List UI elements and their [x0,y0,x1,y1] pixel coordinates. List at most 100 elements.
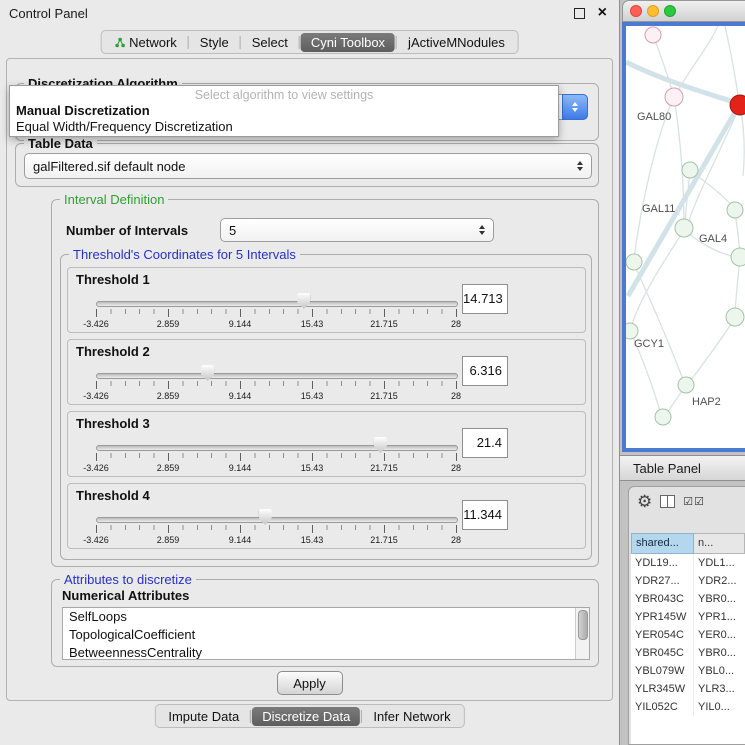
attributes-group: Attributes to discretize Numerical Attri… [51,579,599,667]
table-cell: YBR0... [694,590,745,608]
scale-label: 21.715 [370,391,398,401]
tab-jactivemnodules[interactable]: jActiveMNodules [398,33,515,52]
table-panel-title: Table Panel [633,461,701,476]
tab-label: jActiveMNodules [408,35,505,50]
scale-label: 28 [451,391,461,401]
threshold-block: Threshold 4-3.4262.8599.14415.4321.71528… [67,483,586,549]
attribute-list-item[interactable]: SelfLoops [63,608,589,626]
scale-label: 2.859 [157,319,180,329]
table-data-combobox[interactable]: galFiltered.sif default node [24,153,592,179]
network-node-green[interactable] [727,202,743,218]
table-row[interactable]: YPR145WYPR1... [631,608,745,626]
attribute-list-item[interactable]: TopologicalCoefficient [63,626,589,644]
num-intervals-label: Number of Intervals [66,220,188,242]
close-traffic-light-icon[interactable] [630,5,642,17]
num-intervals-combobox[interactable]: 5 [220,218,494,242]
slider-track[interactable] [96,373,458,379]
bottom-tab-discretize-data[interactable]: Discretize Data [252,707,360,726]
tab-separator [361,710,362,723]
group-label-table-data: Table Data [24,136,97,151]
table-data-value: galFiltered.sif default node [25,159,577,174]
table-header-row: shared...n... [631,533,745,554]
table-rows: YDL19...YDL1...YDR27...YDR2...YBR043CYBR… [631,554,745,744]
table-cell: YDL1... [694,554,745,572]
scale-label: -3.426 [83,535,109,545]
network-node-green[interactable] [678,377,694,393]
right-column: GAL80GAL11GAL4GCY1HAP2 Table Panel ⚙ ☑☑ … [620,0,745,745]
table-cell: YLR3... [694,680,745,698]
tab-cyni-toolbox[interactable]: Cyni Toolbox [301,33,395,52]
close-window-icon[interactable]: × [598,7,607,19]
network-view[interactable]: GAL80GAL11GAL4GCY1HAP2 [622,22,745,452]
table-row[interactable]: YBR045CYBR0... [631,644,745,662]
table-row[interactable]: YBR043CYBR0... [631,590,745,608]
table-row[interactable]: YER054CYER0... [631,626,745,644]
dropdown-option-equal-width[interactable]: Equal Width/Frequency Discretization [10,119,558,135]
slider-track[interactable] [96,517,458,523]
network-node-green[interactable] [626,254,642,270]
scale-label: 9.144 [229,391,252,401]
thresholds-group: Threshold's Coordinates for 5 Intervals … [60,254,592,560]
scrollbar-thumb[interactable] [578,610,588,640]
threshold-value-field[interactable]: 21.4 [462,428,508,458]
apply-button[interactable]: Apply [277,671,343,695]
network-node-red[interactable] [730,95,745,115]
network-node-green[interactable] [682,162,698,178]
combobox-arrows-icon[interactable] [562,94,588,120]
list-scrollbar[interactable] [575,608,589,659]
network-node-green[interactable] [675,219,693,237]
tab-style[interactable]: Style [190,33,239,52]
minimize-traffic-light-icon[interactable] [647,5,659,17]
table-cell: YPR145W [631,608,694,626]
table-data-group: Table Data galFiltered.sif default node [15,143,599,187]
dropdown-option-manual[interactable]: Manual Discretization [10,103,558,119]
network-node-green[interactable] [655,409,671,425]
attribute-list-item[interactable]: BetweennessCentrality [63,644,589,660]
threshold-value-field[interactable]: 14.713 [462,284,508,314]
scale-label: 21.715 [370,319,398,329]
slider-track[interactable] [96,301,458,307]
group-label-thresholds: Threshold's Coordinates for 5 Intervals [69,247,300,262]
tab-label: Network [129,35,177,50]
network-node-green[interactable] [626,323,638,339]
threshold-value-field[interactable]: 6.316 [462,356,508,386]
network-node-pink[interactable] [645,27,661,43]
threshold-value-field[interactable]: 11.344 [462,500,508,530]
float-window-icon[interactable] [574,8,585,19]
numerical-attributes-label: Numerical Attributes [62,588,189,603]
scale-label: 9.144 [229,319,252,329]
table-column-header[interactable]: n... [694,533,745,554]
slider-track[interactable] [96,445,458,451]
app-root: Control Panel × NetworkStyleSelectCyni T… [0,0,745,745]
network-node-green[interactable] [726,308,744,326]
table-row[interactable]: YIL052CYIL0... [631,698,745,716]
columns-icon[interactable] [660,495,675,508]
network-node-pink[interactable] [665,88,683,106]
tab-select[interactable]: Select [242,33,298,52]
threshold-block: Threshold 1-3.4262.8599.14415.4321.71528… [67,267,586,333]
table-row[interactable]: YLR345WYLR3... [631,680,745,698]
table-browser-window: ⚙ ☑☑ shared...n... YDL19...YDL1...YDR27.… [628,486,745,745]
scale-label: -3.426 [83,463,109,473]
table-row[interactable]: YBL079WYBL0... [631,662,745,680]
numerical-attributes-list[interactable]: SelfLoopsTopologicalCoefficientBetweenne… [62,607,590,660]
threshold-block: Threshold 3-3.4262.8599.14415.4321.71528… [67,411,586,477]
table-row[interactable]: YDL19...YDL1... [631,554,745,572]
slider-major-ticks [96,453,457,461]
scale-label: -3.426 [83,391,109,401]
bottom-tab-impute-data[interactable]: Impute Data [158,707,249,726]
table-row[interactable]: YDR27...YDR2... [631,572,745,590]
bottom-tab-infer-network[interactable]: Infer Network [363,707,460,726]
scale-label: 28 [451,463,461,473]
network-canvas[interactable]: GAL80GAL11GAL4GCY1HAP2 [626,26,745,448]
table-cell: YDR27... [631,572,694,590]
table-cell: YBR0... [694,644,745,662]
network-node-green[interactable] [731,248,745,266]
zoom-traffic-light-icon[interactable] [664,5,676,17]
select-columns-icon[interactable]: ☑☑ [683,495,705,508]
table-column-header[interactable]: shared... [631,533,694,554]
table-panel-header[interactable]: Table Panel [620,455,745,481]
gear-icon[interactable]: ⚙ [637,493,652,510]
table-cell: YBR043C [631,590,694,608]
tab-network[interactable]: Network [104,33,187,52]
